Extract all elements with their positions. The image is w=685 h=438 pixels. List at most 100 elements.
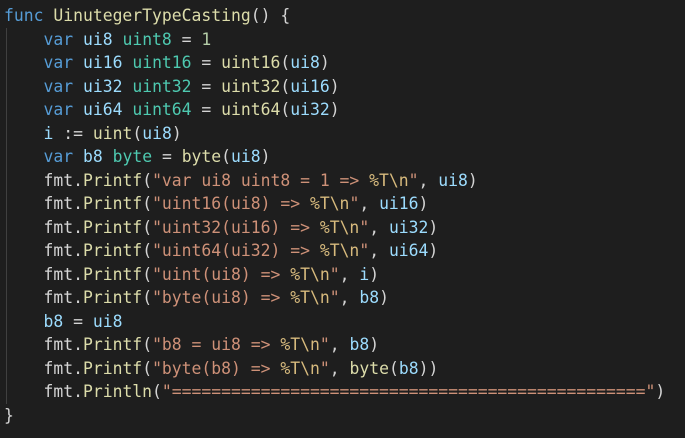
code-line[interactable]: b8 = ui8 xyxy=(0,309,685,334)
code-token: func xyxy=(4,6,44,25)
code-token: fmt xyxy=(43,170,74,190)
code-token: := xyxy=(53,123,93,143)
code-token: = xyxy=(171,29,202,49)
code-token: uint16 xyxy=(132,53,192,72)
code-line[interactable]: var ui64 uint64 = uint64(ui32) xyxy=(0,98,685,122)
code-token: Printf xyxy=(82,335,143,354)
code-token: ( xyxy=(132,123,143,143)
code-token: b8 xyxy=(359,288,380,307)
code-token: var xyxy=(43,100,74,119)
code-line[interactable]: func UinutegerTypeCasting() { xyxy=(0,4,685,28)
code-token: ( xyxy=(280,53,291,72)
code-line[interactable]: var ui16 uint16 = uint16(ui8) xyxy=(0,51,685,75)
code-token: fmt xyxy=(43,382,74,401)
code-line[interactable]: } xyxy=(0,404,685,428)
code-token: " xyxy=(359,241,370,260)
code-token: Printf xyxy=(82,288,143,307)
code-token: i xyxy=(359,264,370,284)
code-token: ( xyxy=(280,76,291,96)
code-token: b8 xyxy=(349,335,370,354)
code-token: , xyxy=(418,170,439,190)
code-token: fmt xyxy=(43,288,74,307)
code-token: ( xyxy=(142,241,153,260)
code-line[interactable]: fmt.Printf("uint16(ui8) => %T\n", ui16) xyxy=(0,192,685,216)
code-line[interactable]: var b8 byte = byte(ui8) xyxy=(0,145,685,169)
code-token: ui8 xyxy=(142,123,172,143)
code-text: fmt.Printf("byte(ui8) => %T\n", b8) xyxy=(4,286,388,310)
code-token: %T\n xyxy=(319,217,360,237)
code-token: uint64 xyxy=(221,100,281,119)
code-token: ( xyxy=(152,382,162,401)
code-line[interactable]: var ui8 uint8 = 1 xyxy=(0,27,685,52)
code-token: () { xyxy=(250,6,291,25)
code-token: Printf xyxy=(82,241,143,260)
code-token: ) xyxy=(428,241,439,260)
code-token: . xyxy=(73,335,83,354)
code-token: . xyxy=(73,194,83,213)
code-token: Printf xyxy=(82,217,143,237)
code-token: ) xyxy=(329,100,340,119)
code-token: ( xyxy=(142,170,153,190)
code-token: " xyxy=(329,264,340,284)
code-token: ui32 xyxy=(388,217,429,237)
code-token: , xyxy=(339,288,360,307)
code-token: " xyxy=(359,217,370,237)
code-line[interactable]: fmt.Printf("b8 = ui8 => %T\n", b8) xyxy=(0,333,685,357)
code-token: " xyxy=(329,288,340,307)
code-token: uint16 xyxy=(221,53,281,72)
code-text: b8 = ui8 xyxy=(4,310,122,334)
code-line[interactable]: fmt.Printf("byte(ui8) => %T\n", b8) xyxy=(0,286,685,310)
code-line[interactable]: fmt.Println("===========================… xyxy=(0,380,685,404)
code-token: UinutegerTypeCasting xyxy=(53,6,251,25)
code-token: %T\n xyxy=(319,241,360,260)
code-line[interactable]: fmt.Printf("uint32(ui16) => %T\n", ui32) xyxy=(0,215,685,240)
code-text: fmt.Printf("uint16(ui8) => %T\n", ui16) xyxy=(4,192,428,216)
code-token: fmt xyxy=(43,335,74,354)
code-token: var xyxy=(43,76,74,96)
code-text: i := uint(ui8) xyxy=(4,122,182,146)
code-token: . xyxy=(73,264,83,284)
code-token: %T\n xyxy=(290,264,330,284)
code-token: ui8 xyxy=(231,147,261,166)
code-token: Printf xyxy=(82,194,143,213)
code-token: . xyxy=(73,241,83,260)
code-token: "uint64(ui32) => xyxy=(152,241,320,260)
code-token: uint xyxy=(92,123,133,143)
code-line[interactable]: fmt.Printf("uint(ui8) => %T\n", i) xyxy=(0,262,685,286)
code-text: } xyxy=(4,404,14,428)
code-token: " xyxy=(349,194,360,213)
code-token: ui8 xyxy=(290,53,320,72)
code-text: var ui8 uint8 = 1 xyxy=(4,28,211,52)
code-line[interactable]: fmt.Printf("byte(b8) => %T\n", byte(b8)) xyxy=(0,356,685,381)
code-token: . xyxy=(73,170,83,190)
code-line[interactable]: fmt.Printf("var ui8 uint8 = 1 => %T\n", … xyxy=(0,168,685,192)
code-token: ) xyxy=(369,335,380,354)
code-token: ui8 xyxy=(438,170,468,190)
code-token: byte xyxy=(349,358,389,378)
code-text: fmt.Printf("uint32(ui16) => %T\n", ui32) xyxy=(4,216,438,240)
code-token: %T\n xyxy=(280,335,320,354)
code-editor[interactable]: func UinutegerTypeCasting() { var ui8 ui… xyxy=(0,0,685,438)
code-token: byte xyxy=(112,147,153,166)
code-token: , xyxy=(339,264,360,284)
code-token: ui16 xyxy=(379,194,419,213)
code-line[interactable]: var ui32 uint32 = uint32(ui16) xyxy=(0,74,685,98)
code-token: )) xyxy=(418,358,439,378)
code-line[interactable]: i := uint(ui8) xyxy=(0,121,685,146)
code-token: ( xyxy=(142,264,153,284)
code-token: Printf xyxy=(82,264,143,284)
code-text: fmt.Printf("byte(b8) => %T\n", byte(b8)) xyxy=(4,357,438,381)
code-token: "b8 = ui8 => xyxy=(152,335,281,354)
code-line[interactable]: fmt.Printf("uint64(ui32) => %T\n", ui64) xyxy=(0,239,685,263)
code-token: ) xyxy=(171,123,182,143)
code-token: b8 xyxy=(82,147,103,166)
